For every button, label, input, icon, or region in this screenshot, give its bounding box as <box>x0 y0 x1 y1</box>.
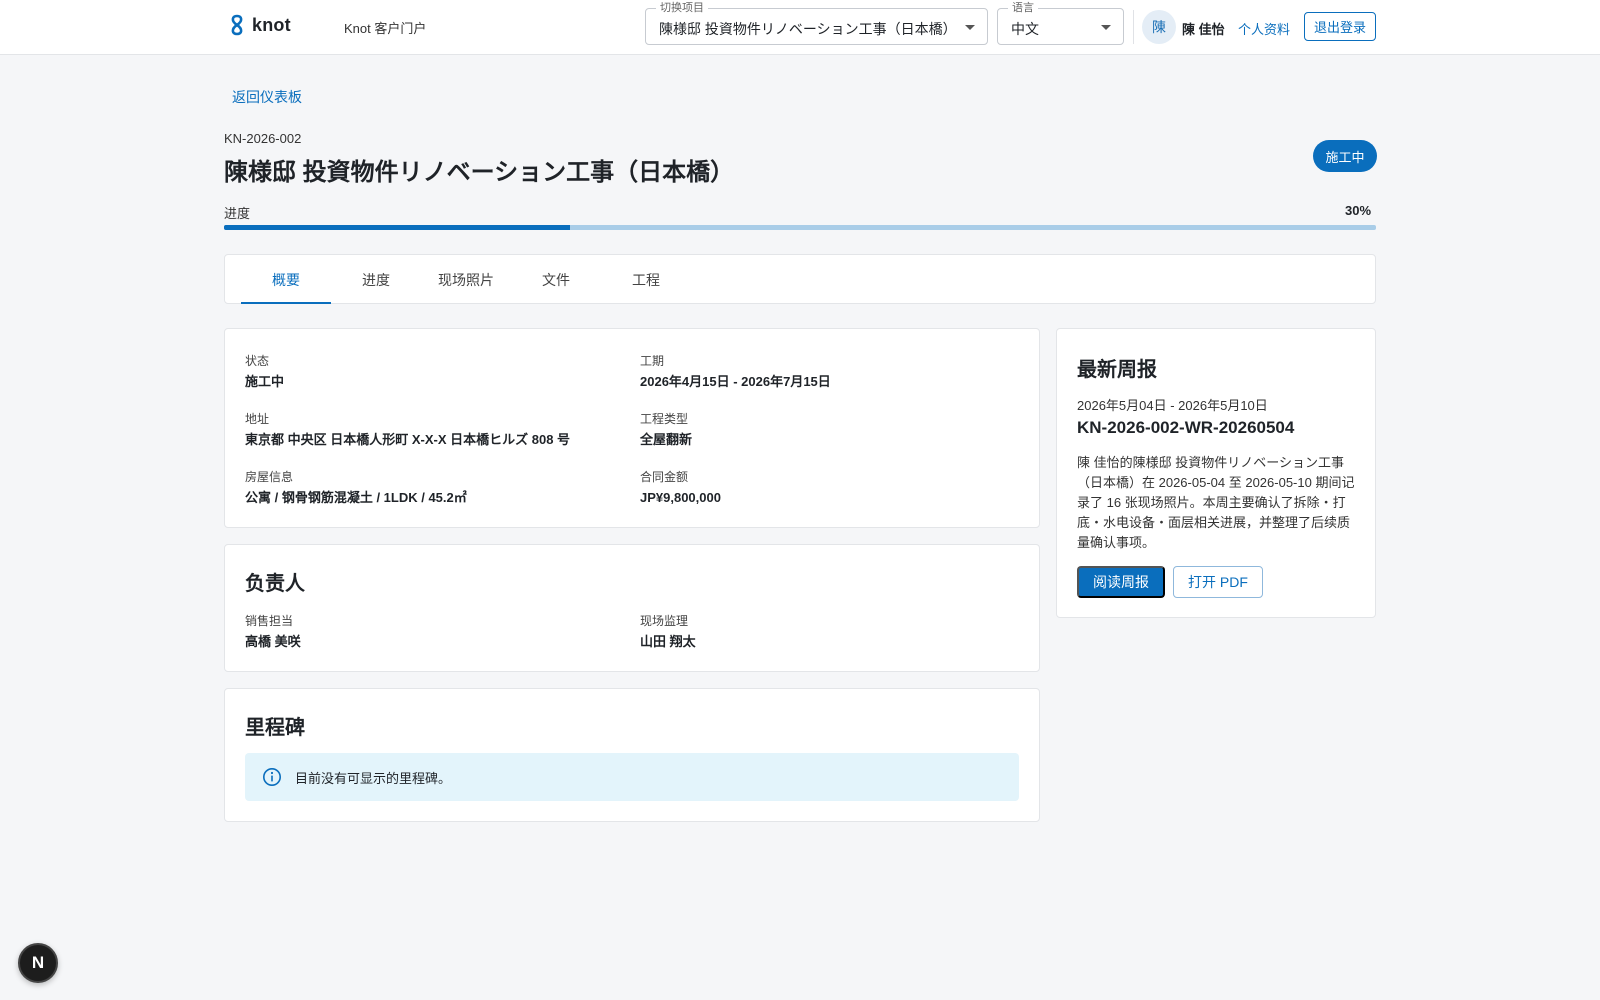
header-divider <box>1133 10 1134 44</box>
avatar: 陳 <box>1142 10 1176 44</box>
chevron-down-icon <box>965 25 975 30</box>
overview-card: 状态 施工中 工期 2026年4月15日 - 2026年7月15日 地址 東京都… <box>224 328 1040 528</box>
tab-construction[interactable]: 工程 <box>601 255 691 304</box>
sales-value: 高橋 美咲 <box>245 634 301 649</box>
progress-label: 进度 <box>224 206 251 221</box>
work-type-field: 工程类型 全屋翻新 <box>640 411 692 449</box>
language-select[interactable]: 语言 中文 <box>997 1 1124 45</box>
tab-progress[interactable]: 进度 <box>331 255 421 304</box>
progress-bar <box>224 225 1376 230</box>
milestones-empty-text: 目前没有可显示的里程碑。 <box>295 771 452 786</box>
user-name: 陳 佳怡 <box>1182 22 1225 37</box>
property-field: 房屋信息 公寓 / 钢骨钢筋混凝土 / 1LDK / 45.2㎡ <box>245 469 467 507</box>
period-field: 工期 2026年4月15日 - 2026年7月15日 <box>640 353 831 391</box>
supervisor-value: 山田 翔太 <box>640 634 696 649</box>
people-title: 负责人 <box>245 573 305 595</box>
responsible-people-card: 负责人 销售担当 高橋 美咲 现场监理 山田 翔太 <box>224 544 1040 672</box>
sales-field: 销售担当 高橋 美咲 <box>245 613 301 651</box>
chevron-down-icon <box>1101 25 1111 30</box>
address-label: 地址 <box>245 412 270 426</box>
progress-bar-fill <box>224 225 570 230</box>
portal-name: Knot 客户门户 <box>344 21 427 36</box>
top-bar: knot Knot 客户门户 切换项目 陳様邸 投資物件リノベーション工事（日本… <box>0 0 1600 55</box>
supervisor-label: 现场监理 <box>640 614 689 628</box>
back-to-dashboard-link[interactable]: 返回仪表板 <box>232 87 302 107</box>
tab-bar: 概要 进度 现场照片 文件 工程 <box>224 254 1376 304</box>
period-label: 工期 <box>640 354 665 368</box>
milestones-card: 里程碑 目前没有可显示的里程碑。 <box>224 688 1040 822</box>
milestones-title: 里程碑 <box>245 717 305 739</box>
tab-overview[interactable]: 概要 <box>241 255 331 304</box>
supervisor-field: 现场监理 山田 翔太 <box>640 613 696 651</box>
status-badge: 施工中 <box>1313 140 1377 172</box>
status-value: 施工中 <box>245 374 285 389</box>
profile-link[interactable]: 个人资料 <box>1238 19 1290 38</box>
contract-amount-field: 合同金额 JP¥9,800,000 <box>640 469 721 507</box>
logo-text: knot <box>252 14 291 35</box>
work-type-value: 全屋翻新 <box>640 432 693 447</box>
contract-amount-value: JP¥9,800,000 <box>640 490 721 505</box>
tab-site-photos[interactable]: 现场照片 <box>421 255 511 304</box>
open-pdf-button[interactable]: 打开 PDF <box>1173 566 1263 598</box>
contract-amount-label: 合同金额 <box>640 470 689 484</box>
progress-value: 30% <box>1345 203 1372 218</box>
page-title: 陳様邸 投資物件リノベーション工事（日本橋） <box>224 159 735 186</box>
weekly-report-summary: 陳 佳怡的陳様邸 投資物件リノベーション工事（日本橋）在 2026-05-04 … <box>1077 455 1355 550</box>
latest-weekly-report-card: 最新周报 2026年5月04日 - 2026年5月10日 KN-2026-002… <box>1056 328 1376 618</box>
milestones-empty-alert: 目前没有可显示的里程碑。 <box>245 753 1019 801</box>
language-legend: 语言 <box>1008 1 1038 15</box>
read-report-button[interactable]: 阅读周报 <box>1077 566 1165 598</box>
weekly-report-id: KN-2026-002-WR-20260504 <box>1077 418 1295 437</box>
property-label: 房屋信息 <box>245 470 294 484</box>
info-icon <box>263 768 281 786</box>
logout-button[interactable]: 退出登录 <box>1304 12 1376 41</box>
project-switcher-select[interactable]: 切换项目 陳様邸 投資物件リノベーション工事（日本橋） <box>645 1 988 45</box>
sales-label: 销售担当 <box>245 614 294 628</box>
project-switcher-legend: 切换项目 <box>656 1 708 15</box>
nextjs-dev-indicator[interactable]: N <box>18 943 58 983</box>
language-value: 中文 <box>1011 21 1039 37</box>
address-field: 地址 東京都 中央区 日本橋人形町 X-X-X 日本橋ヒルズ 808 号 <box>245 411 570 449</box>
weekly-report-title: 最新周报 <box>1077 359 1157 381</box>
knot-logo-icon <box>231 14 243 36</box>
tab-documents[interactable]: 文件 <box>511 255 601 304</box>
status-label: 状态 <box>245 354 270 368</box>
property-value: 公寓 / 钢骨钢筋混凝土 / 1LDK / 45.2㎡ <box>245 490 467 505</box>
project-code: KN-2026-002 <box>224 131 302 146</box>
address-value: 東京都 中央区 日本橋人形町 X-X-X 日本橋ヒルズ 808 号 <box>245 432 571 447</box>
period-value: 2026年4月15日 - 2026年7月15日 <box>640 374 831 389</box>
logo[interactable]: knot <box>228 14 291 36</box>
project-switcher-value: 陳様邸 投資物件リノベーション工事（日本橋） <box>659 21 957 37</box>
work-type-label: 工程类型 <box>640 412 689 426</box>
weekly-report-dates: 2026年5月04日 - 2026年5月10日 <box>1077 398 1268 413</box>
status-field: 状态 施工中 <box>245 353 284 391</box>
